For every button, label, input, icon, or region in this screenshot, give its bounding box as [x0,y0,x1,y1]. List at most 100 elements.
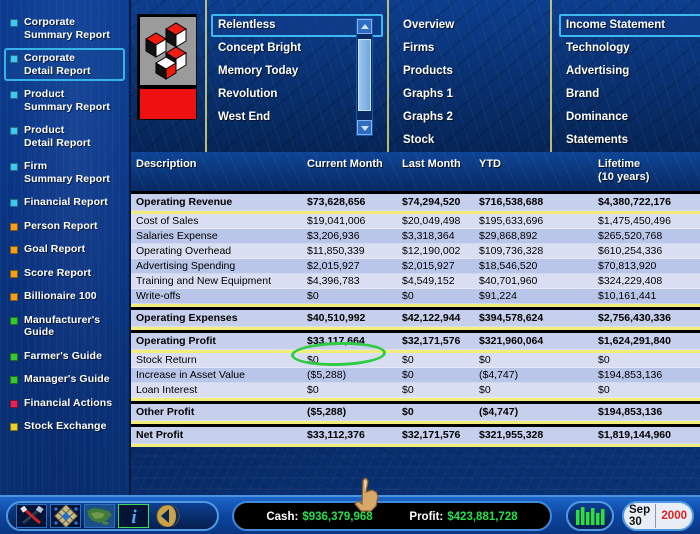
row-value-0: $33,117,664 [307,335,365,347]
scroll-up-button[interactable] [357,19,372,34]
sidebar-bullet-icon [10,293,18,301]
sidebar-bullet-icon [10,246,18,254]
row-value-3: $194,853,136 [598,369,663,381]
row-value-1: $20,049,498 [402,215,461,227]
company-logo [137,14,197,120]
nav-right-item-2[interactable]: Advertising [559,60,700,83]
row-value-0: $73,628,656 [307,196,366,208]
table-row[interactable]: Net Profit $33,112,376 $32,171,576 $321,955… [131,427,700,444]
row-description: Cost of Sales [136,215,199,227]
table-row[interactable]: Stock Return $0 $0 $0 $0 [131,353,700,368]
world-map-icon[interactable] [84,504,115,528]
nav-right-item-5[interactable]: Statements [559,129,700,152]
info-icon[interactable]: i [118,504,149,528]
row-description: Advertising Spending [136,260,236,272]
sidebar-item-5[interactable]: Financial Report [4,192,125,213]
table-row[interactable]: Cost of Sales $19,041,006 $20,049,498 $195,… [131,214,700,229]
sidebar-item-3[interactable]: Product Detail Report [4,120,125,153]
sidebar-bullet-icon [10,55,18,63]
table-row[interactable]: Increase in Asset Value ($5,288) $0 ($4,747… [131,368,700,383]
nav-right-item-4[interactable]: Dominance [559,106,700,129]
sidebar-bullet-icon [10,163,18,171]
sidebar-item-label: Corporate Detail Report [24,52,91,77]
graph-button[interactable] [566,501,614,531]
row-value-0: $0 [307,384,319,396]
table-row[interactable]: Operating Revenue $73,628,656 $74,294,520 $… [131,194,700,211]
tools-hammer-screwdriver-icon[interactable] [16,504,47,528]
row-value-0: ($5,288) [307,369,347,381]
nav-right-item-0[interactable]: Income Statement [559,14,700,37]
sidebar-item-9[interactable]: Billionaire 100 [4,286,125,307]
table-row[interactable]: Other Profit ($5,288) $0 ($4,747) $194,853,1… [131,404,700,421]
nav-mid-item-2[interactable]: Products [396,60,551,83]
nav-mid-item-1[interactable]: Firms [396,37,551,60]
table-row[interactable]: Loan Interest $0 $0 $0 $0 [131,383,700,398]
nav-right-item-1[interactable]: Technology [559,37,700,60]
row-value-3: $1,624,291,840 [598,335,671,347]
row-value-2: $195,633,696 [479,215,544,227]
table-row[interactable]: Operating Overhead $11,850,339 $12,190,002… [131,244,700,259]
date-display[interactable]: Sep 30 2000 [622,501,694,531]
sidebar-item-6[interactable]: Person Report [4,216,125,237]
table-row[interactable]: Operating Profit $33,117,664 $32,171,576 $3… [131,333,700,350]
nav-right-item-3[interactable]: Brand [559,83,700,106]
table-row[interactable]: Write-offs $0 $0 $91,224 $10,161,441 [131,289,700,304]
back-arrow-icon[interactable] [152,504,183,528]
table-bottom-separator [131,444,700,447]
row-value-1: $0 [402,406,414,418]
map-grid-icon[interactable] [50,504,81,528]
row-value-0: $11,850,339 [307,245,365,257]
sidebar-item-label: Manufacturer's Guide [24,313,101,339]
sidebar-item-14[interactable]: Stock Exchange [4,416,125,437]
row-value-1: $74,294,520 [402,196,461,208]
nav-mid-item-3[interactable]: Graphs 1 [396,83,551,106]
table-row[interactable]: Salaries Expense $3,206,936 $3,318,364 $29,… [131,229,700,244]
sidebar-bullet-icon [10,269,18,278]
sidebar-item-list: Corporate Summary Report Corporate Detail… [0,12,129,437]
sidebar-item-12[interactable]: Manager's Guide [4,369,125,390]
row-value-2: $394,578,624 [479,312,544,324]
nav-mid-item-5[interactable]: Stock [396,129,551,152]
sidebar-item-0[interactable]: Corporate Summary Report [4,12,125,45]
row-description: Operating Overhead [136,245,232,257]
row-value-2: ($4,747) [479,369,519,381]
profit-label: Profit: [409,511,444,523]
nav-mid-item-4[interactable]: Graphs 2 [396,106,551,129]
sidebar-item-10[interactable]: Manufacturer's Guide [4,310,125,343]
row-value-2: ($4,747) [479,406,519,418]
row-value-2: $0 [479,384,491,396]
row-description: Operating Expenses [136,312,238,324]
firm-list-scrollbar[interactable] [356,18,373,136]
sidebar-bullet-icon [10,19,18,27]
profit-value: $423,881,728 [447,511,518,523]
table-row[interactable]: Training and New Equipment $4,396,783 $4,5… [131,274,700,289]
sidebar-item-1[interactable]: Corporate Detail Report [4,48,125,81]
sidebar-item-7[interactable]: Goal Report [4,239,125,260]
sidebar-item-2[interactable]: Product Summary Report [4,84,125,117]
bar-graph-icon [576,507,605,525]
report-subsection-nav: Income Statement Technology Advertising Bra… [559,14,700,152]
sidebar-item-label: Goal Report [24,243,86,255]
row-value-3: $1,475,450,496 [598,215,671,227]
row-value-2: $18,546,520 [479,260,538,272]
sidebar-item-label: Financial Actions [24,396,113,409]
table-row[interactable]: Operating Expenses $40,510,992 $42,122,944… [131,310,700,327]
profit-display: Profit: $423,881,728 [409,507,517,525]
sidebar-item-label: Stock Exchange [24,420,107,432]
sidebar-item-13[interactable]: Financial Actions [4,393,125,414]
scrollbar-thumb[interactable] [358,39,371,111]
sidebar-item-4[interactable]: Firm Summary Report [4,156,125,189]
cash-label: Cash: [266,511,299,523]
sidebar-item-11[interactable]: Farmer's Guide [4,346,125,367]
scroll-down-button[interactable] [357,120,372,135]
row-value-0: $2,015,927 [307,260,360,272]
row-value-1: $4,549,152 [402,275,455,287]
table-body: Operating Revenue $73,628,656 $74,294,520 $… [131,194,700,447]
row-value-3: $194,853,136 [598,406,663,418]
sidebar-bullet-icon [10,352,18,361]
nav-mid-item-0[interactable]: Overview [396,14,551,37]
sidebar-item-8[interactable]: Score Report [4,263,125,284]
table-row[interactable]: Advertising Spending $2,015,927 $2,015,927… [131,259,700,274]
row-value-1: $12,190,002 [402,245,461,257]
sidebar: Corporate Summary Report Corporate Detail… [0,0,131,495]
